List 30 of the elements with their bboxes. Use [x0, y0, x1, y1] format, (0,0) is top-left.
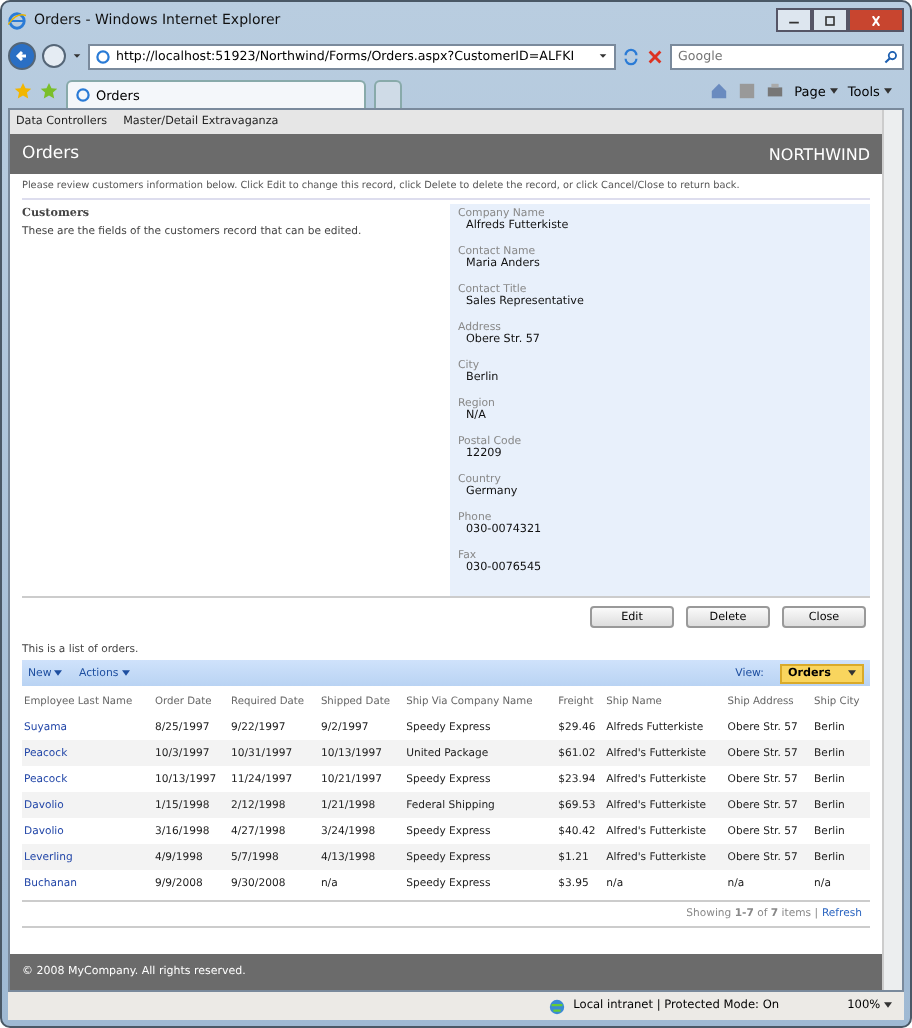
maximize-button[interactable] [812, 8, 848, 32]
printer-icon[interactable] [766, 82, 785, 100]
close-button[interactable] [848, 8, 904, 32]
caret-icon [884, 88, 892, 95]
caret-icon [121, 669, 130, 676]
back-button[interactable] [8, 42, 36, 70]
favorites-star-icon[interactable] [14, 82, 32, 100]
caret-icon [884, 1001, 892, 1008]
forward-button[interactable] [42, 44, 66, 68]
globe-icon [547, 997, 566, 1015]
caret-icon [54, 669, 63, 676]
refresh-icon[interactable] [622, 47, 640, 65]
minimize-button[interactable] [776, 8, 812, 32]
browser-logo-icon [8, 11, 26, 29]
caret-icon[interactable] [598, 52, 608, 60]
history-dropdown-icon[interactable] [72, 52, 82, 60]
caret-icon [829, 88, 838, 95]
maximize-icon [822, 15, 838, 25]
close-icon [868, 15, 884, 25]
page-icon [76, 88, 90, 102]
caret-icon [848, 670, 856, 676]
home-icon[interactable] [710, 82, 729, 100]
search-icon[interactable] [884, 49, 898, 63]
page-title: Orders [22, 144, 80, 164]
page-icon [96, 49, 110, 63]
brand-name: NORTHWIND [768, 145, 870, 163]
scrollbar[interactable] [882, 110, 902, 990]
back-arrow-icon [12, 46, 32, 66]
stop-icon[interactable] [646, 47, 664, 65]
new-tab-button[interactable] [374, 80, 402, 108]
